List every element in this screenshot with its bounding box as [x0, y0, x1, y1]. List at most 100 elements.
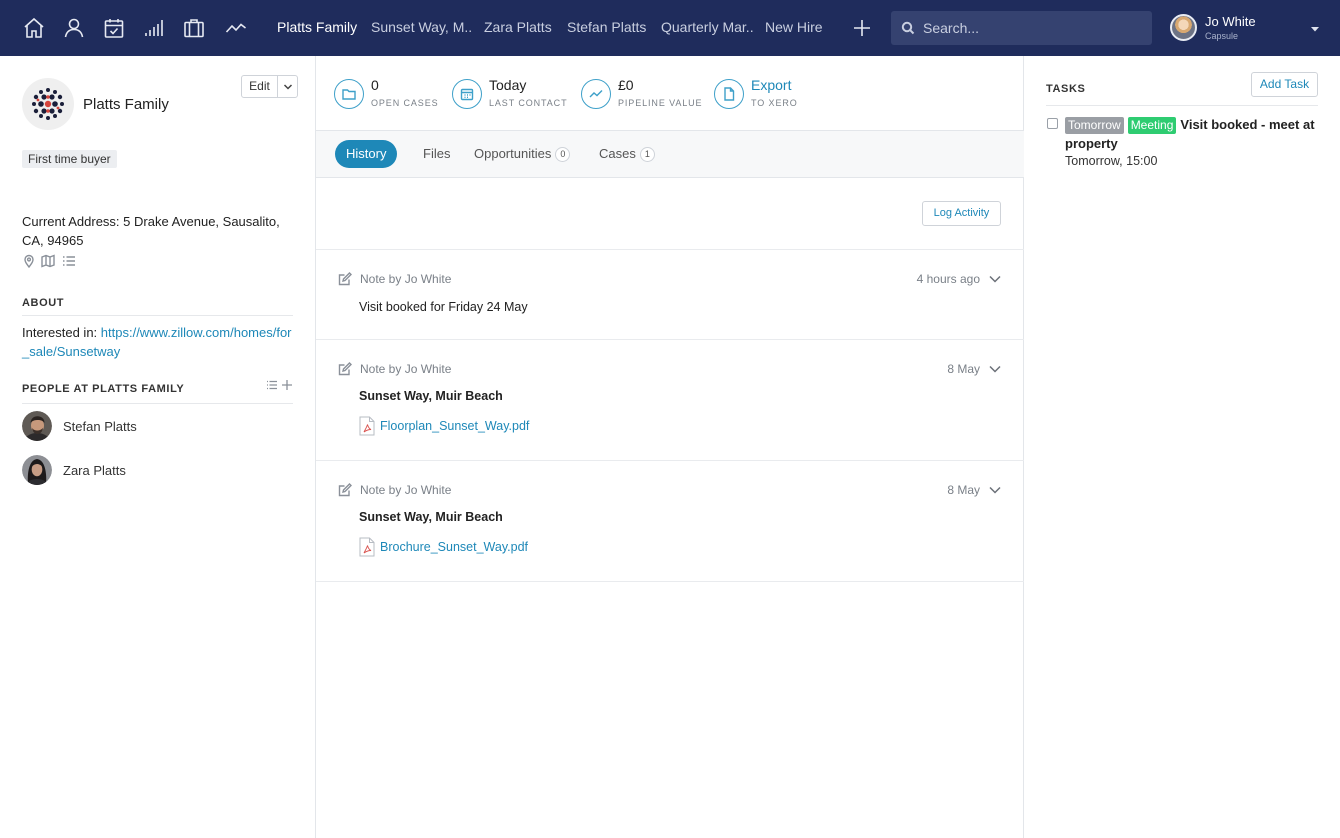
note-edit-icon: [338, 362, 352, 376]
chevron-down-icon[interactable]: [988, 363, 1002, 375]
stat-value: 0: [371, 77, 379, 93]
tab-history[interactable]: History: [335, 140, 398, 168]
user-org: Capsule: [1205, 31, 1239, 41]
tab-opportunities[interactable]: Opportunities 0: [474, 140, 571, 168]
task-checkbox[interactable]: [1047, 118, 1058, 129]
entry-body: Sunset Way, Muir Beach: [359, 510, 503, 524]
address-text: Current Address: 5 Drake Avenue, Sausali…: [22, 214, 280, 248]
add-task-button[interactable]: Add Task: [1251, 72, 1318, 97]
nav-tab-stefan-platts[interactable]: Stefan Platts: [567, 19, 646, 35]
chevron-down-icon[interactable]: [988, 273, 1002, 285]
entry-author: Note by Jo White: [360, 362, 452, 376]
nav-tab-zara-platts[interactable]: Zara Platts: [484, 19, 552, 35]
divider: [316, 460, 1024, 461]
entry-author: Note by Jo White: [360, 272, 452, 286]
entry-body: Visit booked for Friday 24 May: [359, 300, 528, 314]
entry-time: 8 May: [947, 362, 980, 376]
user-menu[interactable]: Jo White Capsule: [1170, 14, 1330, 44]
entry-time: 4 hours ago: [916, 272, 980, 286]
pdf-file-icon: [359, 416, 375, 436]
caret-down-icon[interactable]: [1310, 22, 1320, 32]
stat-label: OPEN CASES: [371, 98, 439, 108]
divider: [316, 339, 1024, 340]
attachment-link[interactable]: Floorplan_Sunset_Way.pdf: [380, 419, 529, 433]
attachment-link[interactable]: Brochure_Sunset_Way.pdf: [380, 540, 528, 554]
export-link[interactable]: Export: [751, 77, 791, 93]
stat-label: TO XERO: [751, 98, 798, 108]
calendar-icon: [460, 88, 474, 101]
tab-count: 1: [639, 147, 655, 162]
search-icon: [901, 21, 915, 35]
person-row-stefan[interactable]: Stefan Platts: [22, 411, 292, 441]
search-box: [891, 11, 1152, 45]
divider: [316, 581, 1024, 582]
stat-circle: [334, 79, 364, 109]
person-avatar: [22, 411, 52, 441]
party-name: Platts Family: [83, 96, 169, 113]
map-icon[interactable]: [41, 254, 55, 268]
party-logo: [22, 78, 74, 130]
home-icon[interactable]: [22, 16, 46, 40]
nav-tab-sunset-way[interactable]: Sunset Way, M..: [371, 19, 472, 35]
stat-circle: [452, 79, 482, 109]
edit-dropdown-button[interactable]: [277, 76, 298, 97]
stat-label: PIPELINE VALUE: [618, 98, 703, 108]
person-avatar: [22, 455, 52, 485]
nav-tab-platts-family[interactable]: Platts Family: [277, 19, 357, 35]
stat-label: LAST CONTACT: [489, 98, 568, 108]
bars-icon[interactable]: [142, 16, 166, 40]
tasks-panel: TASKS Add Task Tomorrow Meeting Visit book…: [1024, 56, 1340, 838]
people-list-add-icon[interactable]: [266, 378, 294, 392]
entry-body: Sunset Way, Muir Beach: [359, 389, 503, 403]
search-input[interactable]: [923, 18, 1143, 38]
document-icon: [724, 87, 735, 101]
trend-icon[interactable]: [224, 16, 248, 40]
pdf-file-icon: [359, 537, 375, 557]
party-summary-panel: Platts Family Edit First time buyer Curr…: [0, 56, 316, 838]
edit-button[interactable]: Edit: [242, 76, 277, 97]
detail-tabs: History Files Opportunities 0 Cases 1: [316, 131, 1024, 178]
map-pin-icon[interactable]: [22, 254, 36, 269]
people-heading: PEOPLE AT PLATTS FAMILY: [22, 383, 185, 395]
stat-value: £0: [618, 77, 634, 93]
tab-cases[interactable]: Cases 1: [599, 140, 655, 168]
briefcase-icon[interactable]: [182, 16, 206, 40]
entry-author: Note by Jo White: [360, 483, 452, 497]
calendar-check-icon[interactable]: [102, 16, 126, 40]
tab-count: 0: [555, 147, 571, 162]
top-navigation-bar: Platts Family Sunset Way, M.. Zara Platt…: [0, 0, 1340, 56]
log-activity-button[interactable]: Log Activity: [922, 201, 1001, 226]
tasks-heading: TASKS: [1046, 83, 1086, 95]
divider: [22, 403, 293, 404]
chevron-down-icon[interactable]: [988, 484, 1002, 496]
tab-files[interactable]: Files: [423, 140, 450, 168]
task-when-badge: Tomorrow: [1065, 117, 1124, 134]
about-heading: ABOUT: [22, 297, 65, 309]
user-avatar: [1170, 14, 1197, 41]
divider: [316, 249, 1024, 250]
user-name: Jo White: [1205, 14, 1256, 29]
note-edit-icon: [338, 272, 352, 286]
note-edit-icon: [338, 483, 352, 497]
stats-bar: 0 OPEN CASES Today LAST CONTACT £0 PIPEL…: [316, 56, 1024, 131]
folder-icon: [342, 89, 356, 100]
tab-label: Cases: [599, 146, 636, 161]
stat-value: Today: [489, 77, 527, 93]
nav-tab-quarterly[interactable]: Quarterly Mar..: [661, 19, 754, 35]
party-detail-panel: 0 OPEN CASES Today LAST CONTACT £0 PIPEL…: [316, 56, 1024, 838]
person-icon[interactable]: [62, 16, 86, 40]
nav-tab-new-hire[interactable]: New Hire: [765, 19, 823, 35]
tag-chip[interactable]: First time buyer: [22, 150, 117, 168]
list-icon[interactable]: [62, 254, 76, 268]
trend-icon: [589, 90, 603, 98]
person-name: Zara Platts: [63, 463, 126, 478]
add-plus-icon[interactable]: [851, 17, 873, 39]
edit-button-group: Edit: [241, 75, 298, 98]
person-row-zara[interactable]: Zara Platts: [22, 455, 292, 485]
tab-label: Opportunities: [474, 146, 552, 161]
person-name: Stefan Platts: [63, 419, 137, 434]
stat-circle: [581, 79, 611, 109]
stat-circle: [714, 79, 744, 109]
task-item[interactable]: Tomorrow Meeting Visit booked - meet at pr…: [1065, 115, 1315, 153]
divider: [22, 315, 293, 316]
